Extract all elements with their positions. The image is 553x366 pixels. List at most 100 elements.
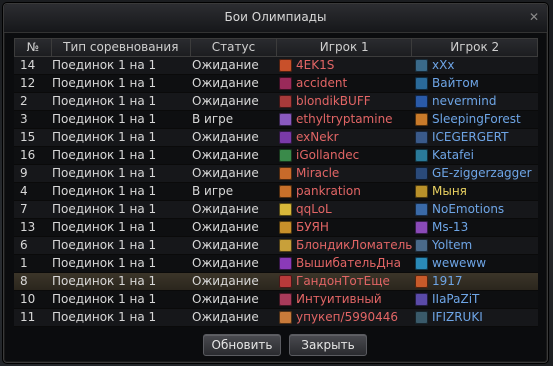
- player2-name: Вайтом: [432, 76, 479, 90]
- row-type: Поединок 1 на 1: [52, 184, 157, 198]
- row-status: Ожидание: [192, 292, 259, 306]
- table-row[interactable]: 2 Поединок 1 на 1 Ожидание blondikBUFF never…: [14, 93, 538, 111]
- table-row[interactable]: 7 Поединок 1 на 1 Ожидание qqLoL NoEmotions: [14, 201, 538, 219]
- table-row[interactable]: 3 Поединок 1 на 1 В игре ethyltryptamine Sle…: [14, 111, 538, 129]
- row-number: 13: [20, 220, 36, 234]
- refresh-button[interactable]: Обновить: [203, 334, 281, 356]
- close-button[interactable]: Закрыть: [289, 334, 367, 356]
- row-type: Поединок 1 на 1: [52, 130, 157, 144]
- player1-name: accident: [296, 76, 348, 90]
- row-status: Ожидание: [192, 166, 259, 180]
- class-icon: [279, 95, 292, 108]
- row-player2: xXx: [412, 57, 538, 74]
- class-icon: [279, 185, 292, 198]
- table-row[interactable]: 12 Поединок 1 на 1 Ожидание accident Вайтом: [14, 75, 538, 93]
- row-status: Ожидание: [192, 58, 259, 72]
- row-number: 2: [20, 94, 28, 108]
- class-icon: [415, 239, 428, 252]
- row-player1: Интуитивный: [276, 291, 412, 308]
- row-number: 4: [20, 184, 28, 198]
- olympiad-battles-window: Бои Олимпиады ✕ № Тип соревнования Стату…: [3, 3, 548, 363]
- class-icon: [415, 275, 428, 288]
- row-player1: ethyltryptamine: [276, 111, 412, 128]
- row-status: Ожидание: [192, 310, 259, 324]
- class-icon: [415, 221, 428, 234]
- row-player1: 4EK1S: [276, 57, 412, 74]
- row-player2: SleepingForest: [412, 111, 538, 128]
- row-type: Поединок 1 на 1: [52, 256, 157, 270]
- row-type: Поединок 1 на 1: [52, 112, 157, 126]
- row-status: Ожидание: [192, 94, 259, 108]
- player2-name: Katafei: [432, 148, 475, 162]
- row-player1: БУЯН: [276, 219, 412, 236]
- window-titlebar[interactable]: Бои Олимпиады ✕: [4, 4, 547, 33]
- row-status: В игре: [192, 184, 234, 198]
- class-icon: [415, 203, 428, 216]
- row-type: Поединок 1 на 1: [52, 292, 157, 306]
- row-type: Поединок 1 на 1: [52, 274, 157, 288]
- row-player2: nevermind: [412, 93, 538, 110]
- table-row[interactable]: 4 Поединок 1 на 1 В игре pankration Мыня: [14, 183, 538, 201]
- col-player1-header[interactable]: Игрок 1: [277, 39, 413, 56]
- row-player2: Ms-13: [412, 219, 538, 236]
- player1-name: 4EK1S: [296, 58, 335, 72]
- close-icon[interactable]: ✕: [527, 10, 541, 24]
- player1-name: ГандонТотЕще: [296, 274, 390, 288]
- row-player1: БлондикЛоматель: [276, 237, 412, 254]
- player2-name: Ms-13: [432, 220, 469, 234]
- row-number: 15: [20, 130, 36, 144]
- row-player2: IFIZRUKI: [412, 309, 538, 326]
- class-icon: [279, 149, 292, 162]
- table-row[interactable]: 1 Поединок 1 на 1 Ожидание ВышибательДна wew…: [14, 255, 538, 273]
- row-status: В игре: [192, 112, 234, 126]
- class-icon: [415, 167, 428, 180]
- player2-name: Мыня: [432, 184, 467, 198]
- row-player2: IIaPaZiT: [412, 291, 538, 308]
- player2-name: 1917: [432, 274, 463, 288]
- row-number: 3: [20, 112, 28, 126]
- row-type: Поединок 1 на 1: [52, 202, 157, 216]
- class-icon: [415, 131, 428, 144]
- row-player2: NoEmotions: [412, 201, 538, 218]
- player2-name: ICEGERGERT: [432, 130, 509, 144]
- class-icon: [415, 293, 428, 306]
- col-status-header[interactable]: Статус: [191, 39, 277, 56]
- table-row[interactable]: 14 Поединок 1 на 1 Ожидание 4EK1S xXx: [14, 57, 538, 75]
- player2-name: Yoltem: [432, 238, 473, 252]
- player1-name: ethyltryptamine: [296, 112, 393, 126]
- row-player2: ICEGERGERT: [412, 129, 538, 146]
- player1-name: Miracle: [296, 166, 340, 180]
- table-row[interactable]: 16 Поединок 1 на 1 Ожидание iGollandec Kataf…: [14, 147, 538, 165]
- row-player1: Miracle: [276, 165, 412, 182]
- table-row[interactable]: 11 Поединок 1 на 1 Ожидание упукеп/5990446 I…: [14, 309, 538, 327]
- row-player1: iGollandec: [276, 147, 412, 164]
- row-number: 9: [20, 166, 28, 180]
- class-icon: [415, 113, 428, 126]
- class-icon: [279, 221, 292, 234]
- row-player2: GE-ziggerzagger: [412, 165, 538, 182]
- table-row[interactable]: 9 Поединок 1 на 1 Ожидание Miracle GE-zigger…: [14, 165, 538, 183]
- row-player2: Мыня: [412, 183, 538, 200]
- row-status: Ожидание: [192, 220, 259, 234]
- class-icon: [415, 77, 428, 90]
- class-icon: [279, 77, 292, 90]
- table-row[interactable]: 15 Поединок 1 на 1 Ожидание exNekr ICEGERGER…: [14, 129, 538, 147]
- class-icon: [279, 167, 292, 180]
- player2-name: NoEmotions: [432, 202, 505, 216]
- player2-name: weweww: [432, 256, 487, 270]
- player1-name: упукеп/5990446: [296, 310, 399, 324]
- table-header: № Тип соревнования Статус Игрок 1 Игрок …: [14, 38, 538, 57]
- row-status: Ожидание: [192, 274, 259, 288]
- row-player1: ГандонТотЕще: [276, 273, 412, 290]
- class-icon: [279, 113, 292, 126]
- col-number-header[interactable]: №: [15, 39, 52, 56]
- table-row[interactable]: 8 Поединок 1 на 1 Ожидание ГандонТотЕще 1917: [14, 273, 538, 291]
- col-player2-header[interactable]: Игрок 2: [412, 39, 537, 56]
- table-row[interactable]: 13 Поединок 1 на 1 Ожидание БУЯН Ms-13: [14, 219, 538, 237]
- table-row[interactable]: 6 Поединок 1 на 1 Ожидание БлондикЛоматель Y…: [14, 237, 538, 255]
- row-status: Ожидание: [192, 238, 259, 252]
- player2-name: SleepingForest: [432, 112, 521, 126]
- table-row[interactable]: 10 Поединок 1 на 1 Ожидание Интуитивный IIaP…: [14, 291, 538, 309]
- player1-name: БлондикЛоматель: [296, 238, 412, 252]
- col-type-header[interactable]: Тип соревнования: [52, 39, 191, 56]
